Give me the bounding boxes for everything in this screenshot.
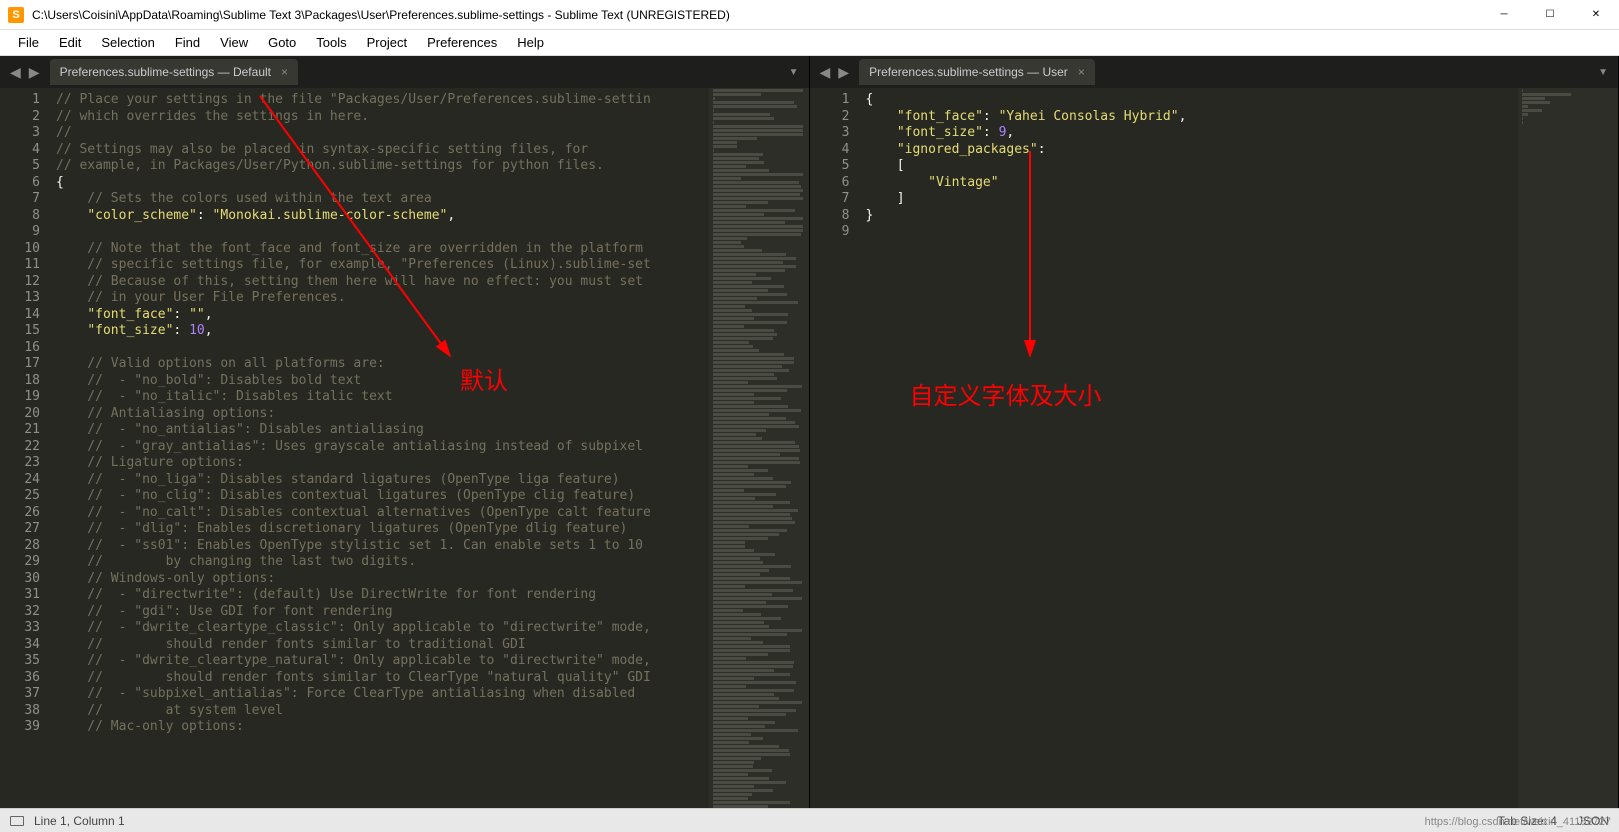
menu-goto[interactable]: Goto (258, 31, 306, 54)
tab-label: Preferences.sublime-settings — Default (60, 65, 271, 79)
menu-edit[interactable]: Edit (49, 31, 91, 54)
editor-right[interactable]: 123456789 { "font_face": "Yahei Consolas… (810, 88, 1619, 808)
minimap-left[interactable] (709, 88, 809, 808)
menu-help[interactable]: Help (507, 31, 554, 54)
close-button[interactable]: ✕ (1573, 0, 1619, 30)
menu-project[interactable]: Project (357, 31, 417, 54)
tabbar-left: ◀ ▶ Preferences.sublime-settings — Defau… (0, 56, 809, 88)
tab-default[interactable]: Preferences.sublime-settings — Default × (50, 59, 298, 85)
status-line-col: Line 1, Column 1 (34, 814, 125, 828)
app-icon: S (8, 7, 24, 23)
close-icon[interactable]: × (1078, 65, 1085, 79)
nav-back-icon[interactable]: ◀ (816, 64, 835, 81)
menu-tools[interactable]: Tools (306, 31, 356, 54)
statusbar: Line 1, Column 1 Tab Size: 4 JSON (0, 808, 1619, 832)
window-title: C:\Users\Coisini\AppData\Roaming\Sublime… (32, 8, 730, 22)
code-right[interactable]: { "font_face": "Yahei Consolas Hybrid", … (860, 88, 1519, 808)
nav-forward-icon[interactable]: ▶ (834, 64, 853, 81)
nav-forward-icon[interactable]: ▶ (25, 64, 44, 81)
pane-left: ◀ ▶ Preferences.sublime-settings — Defau… (0, 56, 810, 808)
titlebar: S C:\Users\Coisini\AppData\Roaming\Subli… (0, 0, 1619, 30)
maximize-button[interactable]: ☐ (1527, 0, 1573, 30)
menu-selection[interactable]: Selection (91, 31, 164, 54)
tabbar-right: ◀ ▶ Preferences.sublime-settings — User … (810, 56, 1619, 88)
nav-back-icon[interactable]: ◀ (6, 64, 25, 81)
menu-preferences[interactable]: Preferences (417, 31, 507, 54)
pane-right: ◀ ▶ Preferences.sublime-settings — User … (810, 56, 1619, 808)
menu-find[interactable]: Find (165, 31, 210, 54)
tab-dropdown-icon[interactable]: ▼ (789, 67, 799, 78)
tab-label: Preferences.sublime-settings — User (869, 65, 1068, 79)
gutter-right: 123456789 (810, 88, 860, 808)
watermark: https://blog.csdn.net/weixin_41182727 (1425, 816, 1611, 828)
menu-view[interactable]: View (210, 31, 258, 54)
close-icon[interactable]: × (281, 65, 288, 79)
minimap-right[interactable] (1518, 88, 1618, 808)
tab-user[interactable]: Preferences.sublime-settings — User × (859, 59, 1095, 85)
code-left[interactable]: // Place your settings in the file "Pack… (50, 88, 709, 808)
editor-panes: ◀ ▶ Preferences.sublime-settings — Defau… (0, 56, 1619, 808)
gutter-left: 1234567891011121314151617181920212223242… (0, 88, 50, 808)
minimize-button[interactable]: ─ (1481, 0, 1527, 30)
panel-switcher-icon[interactable] (10, 816, 24, 826)
editor-left[interactable]: 1234567891011121314151617181920212223242… (0, 88, 809, 808)
menubar: File Edit Selection Find View Goto Tools… (0, 30, 1619, 56)
tab-dropdown-icon[interactable]: ▼ (1598, 67, 1608, 78)
menu-file[interactable]: File (8, 31, 49, 54)
